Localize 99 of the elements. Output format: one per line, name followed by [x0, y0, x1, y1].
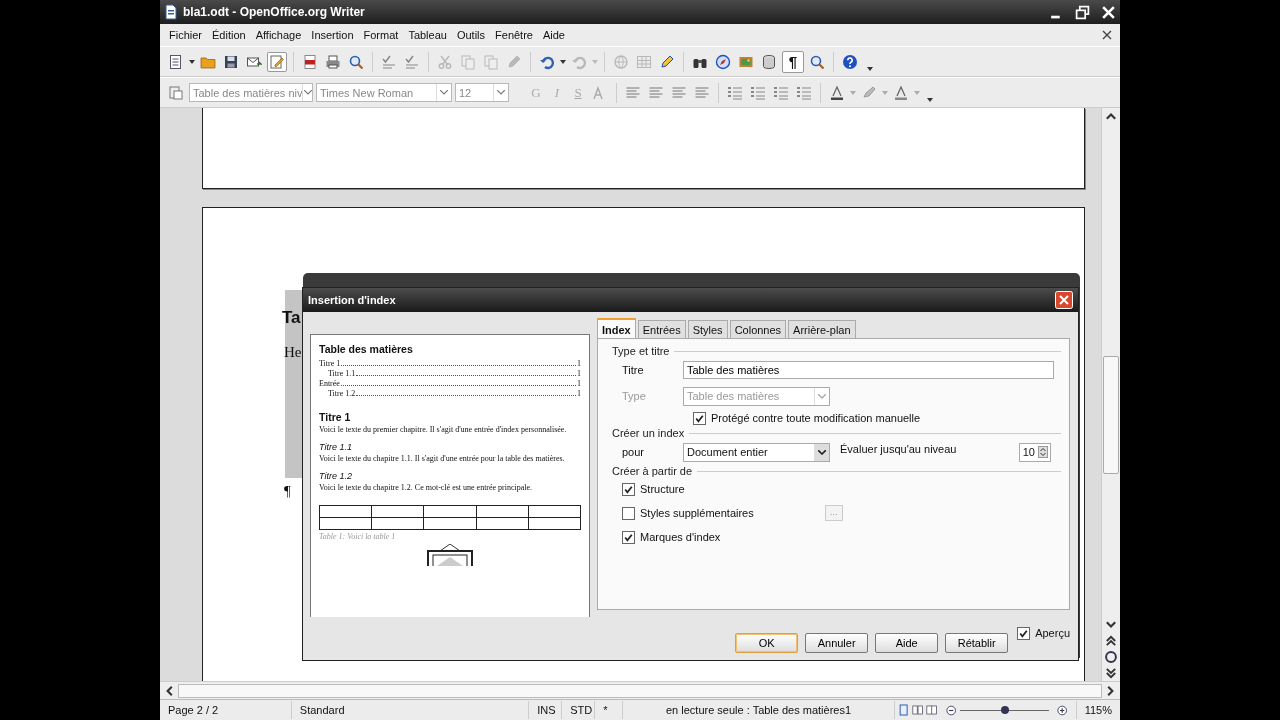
dialog-button[interactable]: Rétablir	[945, 632, 1009, 653]
tab[interactable]: Colonnes	[729, 320, 787, 338]
document-text: He	[284, 344, 302, 361]
page-status: Page 2 / 2	[160, 701, 292, 719]
insert-mode: INS	[529, 701, 563, 719]
tab[interactable]: Arrière-plan	[788, 320, 856, 338]
menu-item[interactable]: Tableau	[403, 29, 452, 41]
level-spinbox[interactable]: 10	[1018, 442, 1051, 462]
zoom-percent: 115%	[1075, 701, 1120, 719]
checkbox-label: Structure	[640, 483, 686, 495]
section-heading: Créer un index	[612, 427, 685, 439]
zoom-slider-thumb[interactable]	[1000, 705, 1009, 714]
paragraph-mark: ¶	[284, 483, 291, 500]
table-caption: Table 1: Voici la table 1	[319, 532, 397, 541]
restore-icon[interactable]	[1075, 4, 1090, 20]
single-page-icon[interactable]	[897, 704, 909, 716]
font-name-field[interactable]: Times New Roman	[316, 83, 452, 102]
page-number: 1	[577, 379, 581, 389]
page-number: 1	[577, 389, 581, 399]
title-field[interactable]: Table des matières	[683, 361, 1054, 379]
toc-entry: Titre 1.2	[328, 389, 356, 399]
window-title: bla1.odt - OpenOffice.org Writer	[183, 5, 365, 19]
two-page-icon[interactable]	[911, 704, 924, 716]
menu-item[interactable]: Affichage	[250, 29, 307, 41]
chevron-icon	[440, 90, 448, 95]
tab[interactable]: Index	[597, 318, 636, 340]
preview-paragraph: Voici le texte du premier chapitre. Il s'agit d'une entrée d'index personnalisée.	[319, 425, 568, 435]
tab[interactable]: Styles	[687, 320, 728, 338]
vertical-scrollbar[interactable]	[1101, 108, 1120, 681]
modified-indicator: *	[595, 701, 624, 719]
preview-heading: Titre 1.2	[319, 471, 353, 481]
chevron-icon	[818, 449, 826, 455]
dialog-button[interactable]: OK	[735, 632, 799, 653]
scroll-thumb[interactable]	[1103, 356, 1119, 474]
preview-heading: Titre 1	[319, 411, 352, 423]
toolbar-options-icon[interactable]	[927, 98, 933, 102]
preview-paragraph: Voici le texte du chapitre 1.1. Il s'agit d'une entrée pour la table des matières.	[319, 454, 566, 464]
checkbox-label: Aperçu	[1035, 627, 1070, 639]
scroll-thumb[interactable]	[178, 683, 1102, 698]
chevron-icon	[303, 90, 312, 95]
zoom-out-icon[interactable]	[945, 704, 956, 716]
checkbox[interactable]	[622, 506, 635, 520]
toc-entry: Titre 1.1	[328, 369, 356, 379]
field-label: pour	[621, 446, 646, 458]
tab[interactable]: Entrées	[637, 320, 686, 338]
page-style: Standard	[291, 701, 530, 719]
preview-heading: Titre 1.1	[319, 442, 353, 452]
section-heading: Type et titre	[612, 345, 670, 357]
preview-paragraph: Voici le texte du chapitre 1.2. Ce mot-clé est une entrée principale.	[319, 483, 534, 493]
close-icon[interactable]	[1101, 4, 1116, 20]
menu-item[interactable]: Édition	[207, 29, 251, 41]
document-heading: Ta	[282, 308, 301, 328]
field-label: Évaluer jusqu'au niveau	[840, 443, 957, 455]
toolbar-options-icon[interactable]	[867, 67, 873, 71]
document-icon	[164, 4, 178, 20]
menu-item[interactable]: Format	[358, 29, 404, 41]
menu-item[interactable]: Fichier	[164, 29, 207, 41]
toc-entry: Titre 1	[319, 359, 341, 369]
checkbox[interactable]	[693, 411, 706, 425]
checkbox-label: Protégé contre toute modification manuelle	[711, 412, 921, 424]
caret-icon[interactable]	[189, 59, 195, 64]
next-page-icon[interactable]	[1104, 666, 1118, 680]
menu-item[interactable]: Fenêtre	[490, 29, 538, 41]
close-document-icon[interactable]	[1102, 30, 1112, 40]
framed-picture-drawing	[425, 544, 475, 566]
page-number: 1	[577, 359, 581, 369]
menu-item[interactable]: Outils	[451, 29, 491, 41]
dialog-title: Insertion d'index	[308, 294, 397, 306]
paragraph-style-field[interactable]: Table des matières niv	[189, 83, 313, 102]
dialog-button[interactable]: Aide	[875, 632, 939, 653]
status-info: en lecture seule : Table des matières1	[623, 701, 895, 719]
page-number: 1	[577, 369, 581, 379]
dialog-button[interactable]: Annuler	[805, 632, 869, 653]
checkbox-label: Marques d'index	[640, 531, 722, 543]
checkbox[interactable]	[622, 482, 635, 496]
preview-title: Table des matières	[319, 343, 414, 355]
menu-item[interactable]: Insertion	[306, 29, 359, 41]
caret-icon[interactable]	[560, 59, 566, 64]
field-label: Titre	[621, 364, 645, 376]
chevron-icon	[818, 393, 826, 399]
formatting-marks-button[interactable]: ¶	[782, 50, 804, 73]
previous-page-icon[interactable]	[1104, 634, 1118, 648]
checkbox[interactable]	[1017, 626, 1031, 640]
zoom-in-icon[interactable]	[1057, 704, 1068, 716]
horizontal-scrollbar[interactable]	[160, 681, 1120, 699]
chevron-icon	[497, 90, 505, 95]
checkbox[interactable]	[622, 530, 635, 544]
checkbox-label: Styles supplémentaires	[640, 507, 755, 519]
spin-arrows-icon[interactable]	[1038, 446, 1048, 458]
selection-mode: STD	[562, 701, 596, 719]
navigation-icon[interactable]	[1104, 650, 1118, 664]
edit-mode-icon[interactable]	[267, 51, 287, 72]
toc-entry: Entrée	[319, 379, 340, 389]
section-heading: Créer à partir de	[612, 465, 693, 477]
menu-item[interactable]: Aide	[537, 29, 570, 41]
font-size-field[interactable]: 12	[455, 83, 509, 102]
field-label: Type	[621, 390, 647, 402]
book-view-icon[interactable]	[926, 704, 938, 716]
scope-dropdown[interactable]: Document entier	[683, 442, 830, 462]
